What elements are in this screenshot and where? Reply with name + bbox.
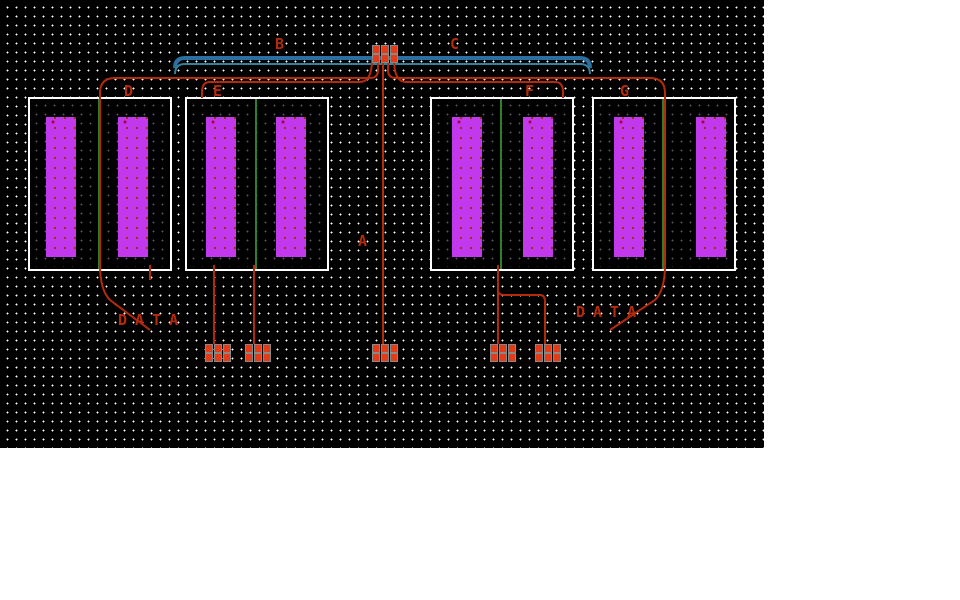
module-divider	[98, 99, 100, 269]
connector-E2[interactable]	[245, 344, 267, 362]
via-array[interactable]	[276, 117, 306, 257]
module-divider	[500, 99, 502, 269]
label-DATA-right: DATA	[576, 303, 644, 321]
connector-top[interactable]	[372, 45, 394, 63]
label-DATA-left: DATA	[118, 311, 186, 329]
via-array[interactable]	[452, 117, 482, 257]
via-array[interactable]	[206, 117, 236, 257]
label-F: F	[525, 82, 534, 100]
label-G: G	[620, 82, 629, 100]
pcb-canvas[interactable]: B C D E F G A DATA DATA	[0, 0, 764, 448]
label-C: C	[450, 35, 459, 53]
label-B: B	[275, 35, 284, 53]
label-A: A	[358, 232, 367, 250]
viewport: B C D E F G A DATA DATA	[0, 0, 960, 600]
via-array[interactable]	[46, 117, 76, 257]
via-array[interactable]	[118, 117, 148, 257]
connector-E1[interactable]	[205, 344, 227, 362]
connector-A[interactable]	[372, 344, 394, 362]
via-array[interactable]	[614, 117, 644, 257]
label-D: D	[124, 82, 133, 100]
module-divider	[662, 99, 664, 269]
connector-F1[interactable]	[490, 344, 512, 362]
module-divider	[255, 99, 257, 269]
via-array[interactable]	[696, 117, 726, 257]
via-array[interactable]	[523, 117, 553, 257]
label-E: E	[213, 82, 222, 100]
connector-F2[interactable]	[535, 344, 557, 362]
